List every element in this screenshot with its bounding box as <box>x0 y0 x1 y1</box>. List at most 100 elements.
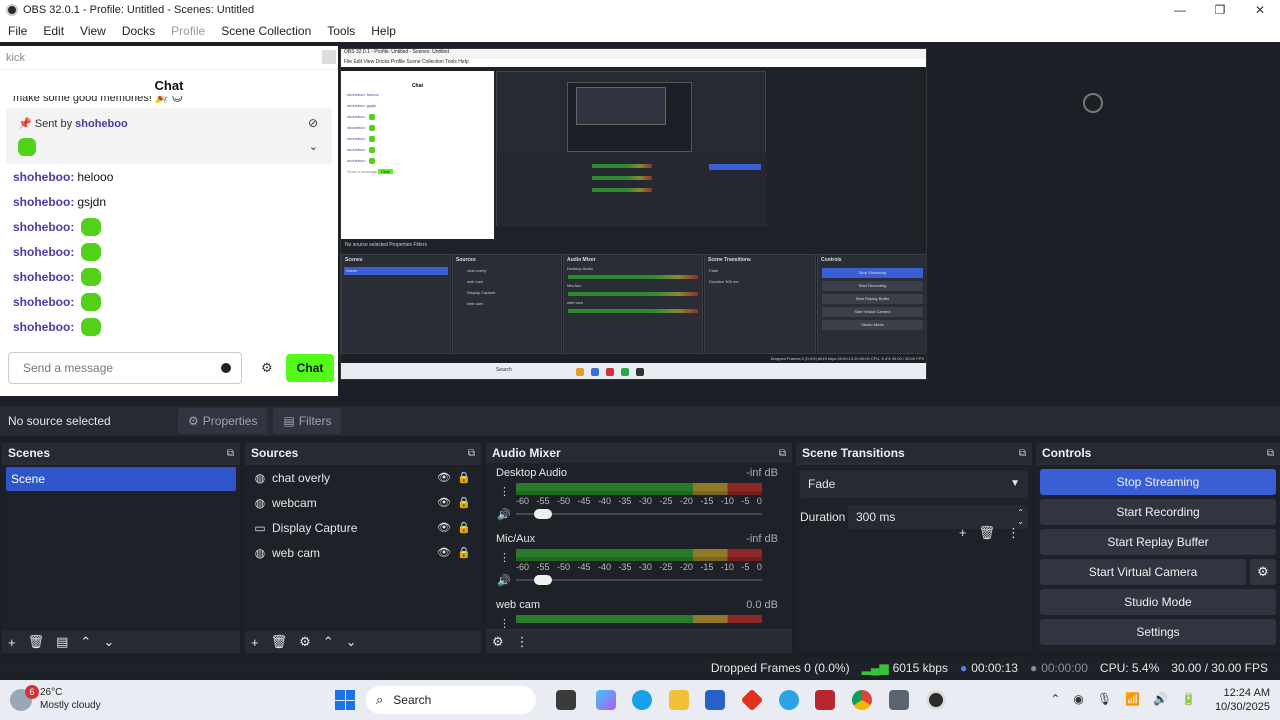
chevron-down-icon[interactable]: ⌄ <box>346 634 357 650</box>
copilot-icon[interactable] <box>596 690 616 710</box>
undock-icon[interactable]: ⧉ <box>227 448 234 459</box>
chat-settings-gear-icon[interactable]: ⚙ <box>261 360 273 376</box>
filter-icon[interactable]: ▤ <box>56 634 68 650</box>
kebab-menu-icon[interactable]: ⋮ <box>499 617 510 629</box>
menu-view[interactable]: View <box>72 24 114 38</box>
undock-icon[interactable]: ⧉ <box>468 448 475 459</box>
battery-icon[interactable]: 🔋 <box>1181 692 1196 706</box>
weather-widget[interactable]: 6 26°C Mostly cloudy <box>10 685 101 712</box>
filters-button[interactable]: ▤ Filters <box>273 408 342 434</box>
source-item[interactable]: ◍ chat overly 👁 🔒 <box>245 465 481 490</box>
scene-item[interactable]: Scene <box>6 467 236 491</box>
chevron-up-icon[interactable]: ⌃ <box>80 634 91 650</box>
task-view-icon[interactable] <box>556 690 576 710</box>
file-explorer-icon[interactable] <box>669 690 689 710</box>
start-virtual-camera-button[interactable]: Start Virtual Camera <box>1089 565 1198 579</box>
chat-username[interactable]: shoheboo: <box>13 170 74 184</box>
eye-icon[interactable]: 👁 <box>437 521 451 534</box>
duration-spinner-icon[interactable]: ⌃ ⌄ <box>1017 508 1024 526</box>
chat-username[interactable]: shoheboo: <box>13 245 74 259</box>
dock-close-button[interactable] <box>322 50 336 64</box>
chat-username[interactable]: shoheboo: <box>13 195 74 209</box>
chevron-down-icon[interactable]: ⌄ <box>103 634 114 650</box>
store-icon[interactable] <box>705 690 725 710</box>
lock-icon[interactable]: 🔒 <box>457 471 471 484</box>
transition-select[interactable]: Fade ▼ <box>800 470 1028 498</box>
eye-icon[interactable]: 👁 <box>437 471 451 484</box>
kebab-menu-icon[interactable]: ⋮ <box>516 634 529 650</box>
chat-send-button[interactable]: Chat <box>286 354 334 382</box>
app-red-diamond-icon[interactable] <box>740 688 764 712</box>
add-icon[interactable]: + <box>251 635 259 650</box>
emoji-icon[interactable] <box>221 363 231 373</box>
audio-mixer-channels[interactable]: Desktop Audio -inf dB ⋮ -60 -55 -50 -45 -40-… <box>486 463 792 629</box>
chat-username[interactable]: shoheboo: <box>13 295 74 309</box>
stop-streaming-button[interactable]: Stop Streaming <box>1040 469 1276 495</box>
undock-icon[interactable]: ⧉ <box>1019 448 1026 459</box>
maximize-button[interactable]: ❐ <box>1200 0 1240 20</box>
lock-icon[interactable]: 🔒 <box>457 521 471 534</box>
studio-mode-button[interactable]: Studio Mode <box>1040 589 1276 615</box>
menu-file[interactable]: File <box>0 24 35 38</box>
chat-username[interactable]: shoheboo: <box>13 220 74 234</box>
start-recording-button[interactable]: Start Recording <box>1040 499 1276 525</box>
edge-icon[interactable] <box>632 690 652 710</box>
hide-pin-icon[interactable]: ⊘ <box>308 116 318 130</box>
trash-icon[interactable]: 🗑 <box>28 634 45 650</box>
settings-button[interactable]: Settings <box>1040 619 1276 645</box>
volume-slider-handle[interactable] <box>534 509 552 519</box>
lock-icon[interactable]: 🔒 <box>457 546 471 559</box>
volume-slider[interactable] <box>516 509 762 519</box>
sources-list[interactable]: ◍ chat overly 👁 🔒 ◍ webcam 👁 🔒 ▭ Display Captur… <box>245 465 481 631</box>
kebab-menu-icon[interactable]: ⋮ <box>1007 525 1020 541</box>
chat-message-input[interactable]: Send a message <box>8 352 242 384</box>
source-item[interactable]: ◍ webcam 👁 🔒 <box>245 490 481 515</box>
eye-icon[interactable]: 👁 <box>437 546 451 559</box>
menu-scene-collection[interactable]: Scene Collection <box>213 24 319 38</box>
windows-start-icon[interactable] <box>335 690 355 710</box>
menu-edit[interactable]: Edit <box>35 24 72 38</box>
add-icon[interactable]: + <box>8 635 16 650</box>
chevron-up-icon[interactable]: ⌃ <box>1050 692 1060 706</box>
speaker-icon[interactable]: 🔊 <box>497 508 511 521</box>
close-button[interactable]: ✕ <box>1240 0 1280 20</box>
mcafee-icon[interactable] <box>815 690 835 710</box>
menu-docks[interactable]: Docks <box>114 24 163 38</box>
chat-username[interactable]: shoheboo: <box>13 270 74 284</box>
source-item[interactable]: ◍ web cam 👁 🔒 <box>245 540 481 565</box>
source-item[interactable]: ▭ Display Capture 👁 🔒 <box>245 515 481 540</box>
taskbar-clock[interactable]: 12:24 AM 10/30/2025 <box>1215 686 1270 714</box>
menu-profile[interactable]: Profile <box>163 24 213 38</box>
undock-icon[interactable]: ⧉ <box>1267 448 1274 459</box>
start-replay-buffer-button[interactable]: Start Replay Buffer <box>1040 529 1276 555</box>
menu-tools[interactable]: Tools <box>319 24 363 38</box>
wifi-icon[interactable]: 📶 <box>1125 692 1140 706</box>
taskbar-search[interactable]: ⌕ Search <box>366 686 536 714</box>
kebab-menu-icon[interactable]: ⋮ <box>499 551 510 564</box>
chat-username[interactable]: shoheboo: <box>13 320 74 334</box>
tray-app-icon[interactable]: ◉ <box>1073 692 1083 706</box>
volume-slider[interactable] <box>516 575 762 585</box>
speaker-icon[interactable]: 🔊 <box>497 574 511 587</box>
lock-icon[interactable]: 🔒 <box>457 496 471 509</box>
edge-beta-icon[interactable] <box>779 690 799 710</box>
advanced-audio-gear-icon[interactable]: ⚙ <box>492 634 504 650</box>
kebab-menu-icon[interactable]: ⋮ <box>499 485 510 498</box>
chevron-up-icon[interactable]: ⌃ <box>323 634 334 650</box>
obs-taskbar-icon[interactable] <box>926 690 946 710</box>
volume-slider-handle[interactable] <box>534 575 552 585</box>
properties-button[interactable]: ⚙ Properties <box>178 408 268 434</box>
trash-icon[interactable]: 🗑 <box>271 634 288 650</box>
preview-canvas[interactable]: OBS 32.0.1 - Profile: Untitled - Scenes:… <box>340 46 1280 396</box>
virtual-camera-gear-icon[interactable]: ⚙ <box>1250 559 1276 585</box>
chat-messages[interactable]: make some good memories! 🎉 😊 📌 Sent by s… <box>0 96 338 384</box>
undock-icon[interactable]: ⧉ <box>779 448 786 459</box>
eye-icon[interactable]: 👁 <box>437 496 451 509</box>
trash-icon[interactable]: 🗑 <box>978 525 995 541</box>
microphone-icon[interactable]: 🎙 <box>1097 692 1112 706</box>
volume-icon[interactable]: 🔊 <box>1153 692 1168 706</box>
chevron-down-icon[interactable]: ⌄ <box>309 140 318 153</box>
snipping-tool-icon[interactable] <box>889 690 909 710</box>
add-icon[interactable]: + <box>959 525 967 541</box>
gear-icon[interactable]: ⚙ <box>299 634 311 650</box>
